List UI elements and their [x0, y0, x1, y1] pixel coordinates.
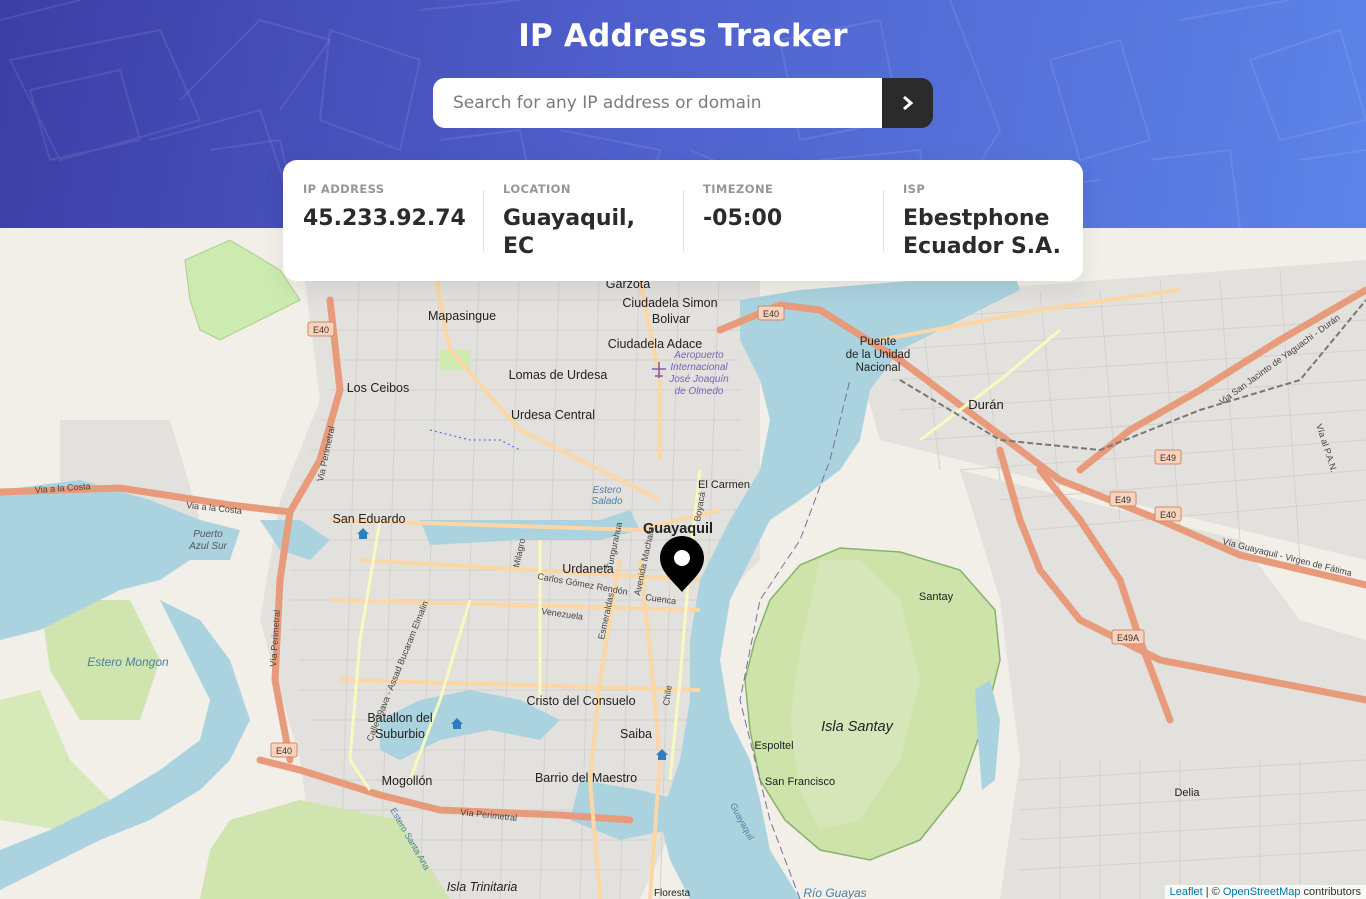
isp-label: ISP [903, 182, 926, 196]
label-isla-santay: Isla Santay [821, 719, 893, 735]
label-lomas-urdesa: Lomas de Urdesa [509, 368, 608, 382]
search-submit-button[interactable] [882, 78, 933, 128]
label-estero-salado-2: Salado [591, 496, 623, 507]
label-el-carmen: El Carmen [698, 479, 750, 491]
label-aeropuerto-2: Internacional [670, 362, 728, 373]
label-san-francisco: San Francisco [765, 776, 835, 788]
label-saiba: Saiba [620, 727, 652, 741]
location-cell: LOCATION Guayaquil, EC [483, 160, 683, 281]
label-aeropuerto-3: José Joaquín [668, 374, 729, 385]
chevron-right-icon [902, 96, 913, 110]
timezone-cell: TIMEZONE -05:00 [683, 160, 883, 281]
label-delia: Delia [1174, 787, 1200, 799]
label-santay: Santay [919, 591, 954, 603]
label-san-eduardo: San Eduardo [333, 512, 406, 526]
page-title: IP Address Tracker [518, 18, 848, 54]
label-floresta: Floresta [654, 888, 691, 899]
shield-e40-4: E40 [276, 746, 292, 756]
timezone-label: TIMEZONE [703, 182, 774, 196]
map-tiles[interactable]: E40 E40 E49 E49 E40 E49A E40 Mapasingue … [0, 228, 1366, 899]
label-puerto-azul-1: Puerto [193, 529, 223, 540]
label-isla-trinitaria: Isla Trinitaria [447, 880, 518, 894]
leaflet-link[interactable]: Leaflet [1170, 886, 1203, 898]
label-rio-guayas: Río Guayas [803, 886, 866, 899]
attribution-suffix: contributors [1300, 886, 1361, 898]
label-estero-mongon: Estero Mongon [87, 655, 169, 669]
shield-e49a: E49A [1117, 633, 1139, 643]
shield-e49-1: E49 [1160, 453, 1176, 463]
isp-cell: ISP Ebestphone Ecuador S.A. [883, 160, 1083, 281]
shield-e40-2: E40 [763, 309, 779, 319]
ip-address-cell: IP ADDRESS 45.233.92.74 [283, 160, 483, 281]
search-input[interactable] [433, 78, 882, 128]
label-ciudadela-adace: Ciudadela Adace [608, 337, 703, 351]
label-los-ceibos: Los Ceibos [347, 381, 410, 395]
label-cristo: Cristo del Consuelo [526, 694, 635, 708]
map-attribution: Leaflet | © OpenStreetMap contributors [1164, 885, 1366, 899]
label-puente-1: Puente [860, 336, 896, 348]
osm-link[interactable]: OpenStreetMap [1223, 886, 1301, 898]
label-aeropuerto-4: de Olmedo [675, 386, 724, 397]
label-barrio: Barrio del Maestro [535, 771, 637, 785]
isp-value: Ebestphone Ecuador S.A. [903, 206, 1061, 259]
label-mogollon: Mogollón [382, 774, 433, 788]
shield-e49-2: E49 [1115, 495, 1131, 505]
label-puerto-azul-2: Azul Sur [188, 541, 227, 552]
attribution-sep: | © [1202, 886, 1223, 898]
label-ciudadela-simon: Ciudadela Simon [622, 296, 717, 310]
label-urdesa-central: Urdesa Central [511, 408, 595, 422]
shield-e40-1: E40 [313, 325, 329, 335]
ip-address-value: 45.233.92.74 [303, 206, 466, 231]
location-value: Guayaquil, EC [503, 206, 635, 259]
label-estero-salado-1: Estero [593, 485, 622, 496]
shield-e40-3: E40 [1160, 510, 1176, 520]
label-mapasingue: Mapasingue [428, 309, 496, 323]
label-espoltel: Espoltel [754, 740, 793, 752]
map-view[interactable]: E40 E40 E49 E49 E40 E49A E40 Mapasingue … [0, 228, 1366, 899]
label-batallon-2: Suburbio [375, 727, 425, 741]
search-bar [433, 78, 933, 128]
label-aeropuerto-1: Aeropuerto [673, 350, 724, 361]
ip-info-card: IP ADDRESS 45.233.92.74 LOCATION Guayaqu… [283, 160, 1083, 281]
airport-labels: Aeropuerto Internacional José Joaquín de… [668, 350, 729, 397]
label-bolivar: Bolivar [652, 312, 690, 326]
label-puente-2: de la Unidad [846, 349, 911, 361]
location-label: LOCATION [503, 182, 571, 196]
label-puente-3: Nacional [856, 362, 901, 374]
label-duran: Durán [968, 397, 1003, 412]
timezone-value: -05:00 [703, 206, 783, 231]
ip-address-label: IP ADDRESS [303, 182, 385, 196]
